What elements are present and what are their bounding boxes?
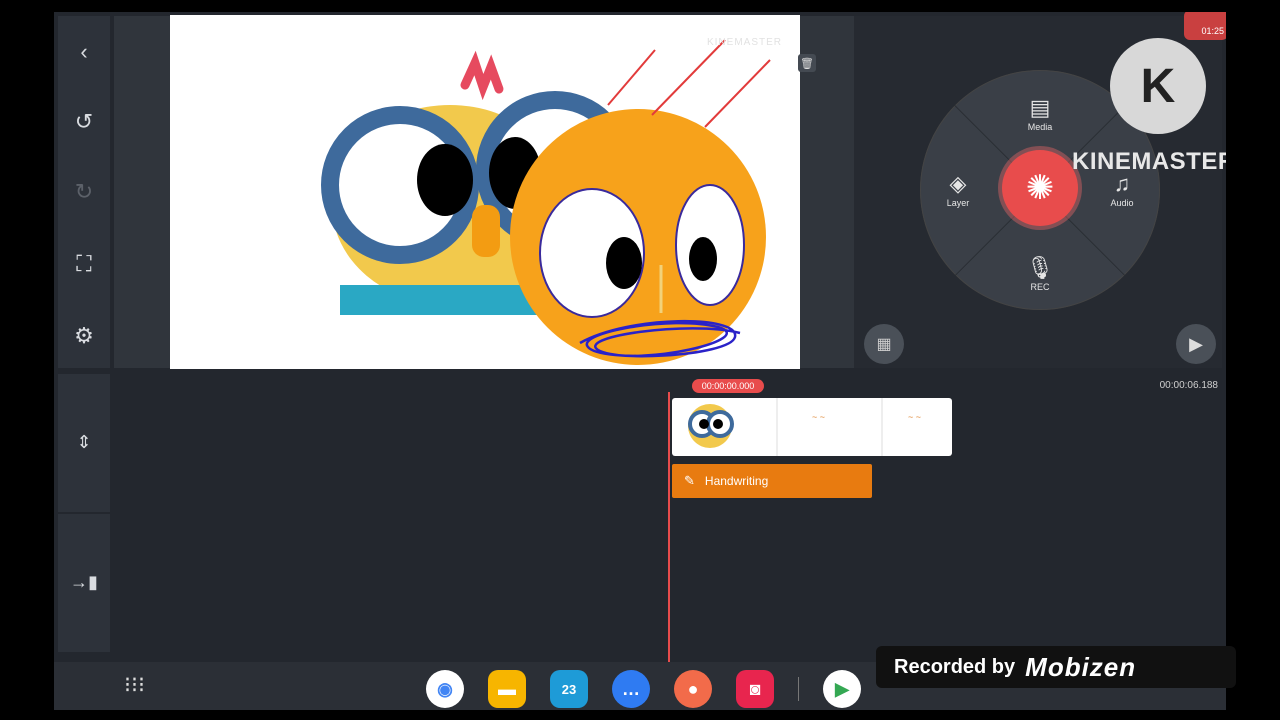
left-toolbar: ‹ ↺ ↻ ⛶ ⚙ (58, 16, 110, 368)
app-grid-icon[interactable]: ⁝⁝⁝ (124, 672, 145, 698)
wheel-rec-label: REC (1030, 282, 1050, 292)
dock-divider (798, 677, 799, 701)
wheel-audio-label: Audio (1110, 198, 1134, 208)
camera-shutter-button[interactable]: ✺ (1002, 150, 1078, 226)
screen-fit-icon[interactable]: ⛶ (58, 240, 110, 288)
pen-icon: ✎ (684, 473, 695, 488)
settings-icon[interactable]: ⚙ (58, 312, 110, 360)
trash-icon[interactable]: 🗑 (798, 54, 816, 72)
recording-indicator: 01:25 (1184, 12, 1226, 40)
recorder-brand: Mobizen (1025, 651, 1137, 682)
timeline-expand-icon[interactable]: ⇕ (58, 422, 110, 462)
camera-shutter-icon: ✺ (1025, 169, 1055, 207)
play-store-icon[interactable]: ▶ (823, 670, 861, 708)
preview-frame-illustration (321, 39, 771, 365)
asset-store-button[interactable]: ▦ (864, 324, 904, 364)
timeline-toolbar: ⇕ →▮ (58, 374, 110, 652)
app-dock: ◉ ▬ 23 … ● ◙ ▶ (426, 670, 861, 708)
back-arrow-icon[interactable]: ‹ (58, 28, 110, 76)
media-icon: ▤ (1029, 95, 1051, 120)
svg-text:~ ~: ~ ~ (908, 412, 921, 422)
kinemaster-logo-text: KINEMASTER (1072, 148, 1226, 175)
recorded-by-text: Recorded by (894, 655, 1016, 678)
playhead[interactable] (668, 392, 670, 662)
redo-icon[interactable]: ↻ (58, 168, 110, 216)
contacts-icon[interactable]: ● (674, 670, 712, 708)
recorder-overlay: Recorded by Mobizen (876, 646, 1236, 688)
timeline: ⇕ →▮ 00:00:00.000 00:00:06.188 ~ ~ ~ ~ ✎ (54, 372, 1226, 662)
handwriting-layer-label: Handwriting (704, 474, 769, 488)
jump-to-end-icon[interactable]: →▮ (58, 562, 110, 602)
wheel-media-button[interactable]: ▤ Media (1010, 95, 1070, 133)
chrome-icon[interactable]: ◉ (426, 670, 464, 708)
mic-icon: 🎙 (1026, 255, 1054, 280)
video-preview[interactable]: KINEMASTER (170, 15, 800, 369)
timeline-ruler[interactable]: 00:00:00.000 00:00:06.188 (114, 374, 1226, 398)
undo-icon[interactable]: ↺ (58, 98, 110, 146)
svg-text:~ ~: ~ ~ (812, 412, 825, 422)
current-timecode: 00:00:00.000 (692, 379, 764, 393)
wheel-media-label: Media (1027, 122, 1053, 132)
wheel-audio-button[interactable]: ♫ Audio (1092, 172, 1152, 209)
video-clip[interactable]: ~ ~ ~ ~ (672, 398, 952, 456)
wheel-layer-label: Layer (946, 198, 970, 208)
kinemaster-logo: K (1110, 38, 1206, 134)
kinemaster-watermark: KINEMASTER (706, 37, 782, 48)
clip-thumbnail: ~ ~ ~ ~ (688, 398, 921, 456)
wheel-rec-button[interactable]: 🎙 REC (1010, 255, 1070, 293)
play-icon: ▶ (1189, 333, 1203, 354)
store-icon: ▦ (876, 336, 892, 353)
end-timecode: 00:00:06.188 (1159, 380, 1218, 391)
files-icon[interactable]: ▬ (488, 670, 526, 708)
layer-icon: ◈ (949, 171, 967, 196)
camera-app-icon[interactable]: ◙ (736, 670, 774, 708)
handwriting-layer[interactable]: ✎ Handwriting (672, 464, 872, 498)
app-screen: ‹ ↺ ↻ ⛶ ⚙ KINEMASTER 🗑 ▤ Media ◈ Layer ♫… (54, 12, 1226, 710)
calendar-icon[interactable]: 23 (550, 670, 588, 708)
wheel-layer-button[interactable]: ◈ Layer (928, 171, 988, 209)
play-button[interactable]: ▶ (1176, 324, 1216, 364)
messages-icon[interactable]: … (612, 670, 650, 708)
